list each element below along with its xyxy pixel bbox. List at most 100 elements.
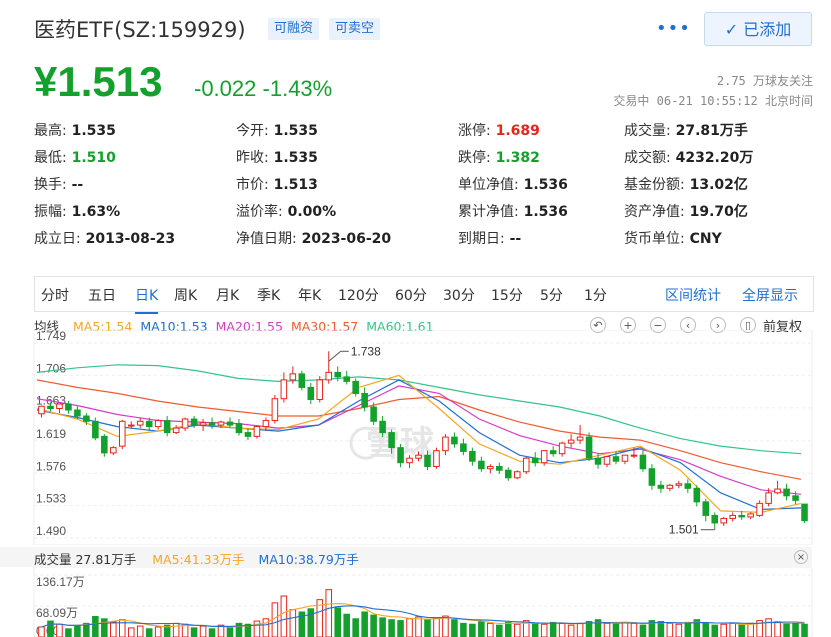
volume-bar [738,624,745,637]
volume-bar [397,620,404,637]
tab-period[interactable]: 5分 [540,285,563,305]
candle [442,434,449,456]
more-icon[interactable]: ••• [656,18,691,39]
tab-period[interactable]: 季K [257,285,280,305]
volume-bar [442,615,449,637]
current-price: ¥1.513 [34,58,163,105]
tab-period[interactable]: 五日 [88,285,116,305]
volume-bar [424,619,431,637]
added-watchlist-button[interactable]: ✓ 已添加 [704,12,812,46]
volume-bar [406,618,413,637]
tab-period[interactable]: 月K [216,285,239,305]
volume-bar [154,626,162,637]
quote-label: 净值日期: [236,231,297,247]
volume-bar [361,611,368,637]
candle [801,503,808,523]
volume-bar [549,621,557,637]
candlestick-chart[interactable]: 1.7491.7061.6631.6191.5761.5331.490雪球1.7… [0,330,831,545]
volume-bar [352,618,359,637]
candle [65,400,72,414]
close-volume-icon[interactable]: × [794,550,808,564]
quote-cell: 成立日: 2013-08-23 [34,228,175,248]
candle [702,498,710,522]
volume-bar [603,622,611,637]
quote-label: 跌停: [458,150,491,166]
quote-value: 1.536 [518,177,568,193]
candle [711,512,719,530]
volume-bar [765,618,772,637]
quote-cell: 单位净值: 1.536 [458,174,568,194]
tab-period[interactable]: 15分 [491,285,523,305]
volume-bar [289,609,297,637]
volume-bar [334,607,342,637]
candle [648,464,656,490]
candle [325,351,333,384]
quote-value: 2013-08-23 [80,231,176,247]
candle [38,405,45,418]
tab-period[interactable]: 日K [135,285,159,314]
quote-label: 资产净值: [624,204,685,220]
quote-value: 1.63% [66,204,121,220]
tab-period[interactable]: 1分 [584,285,607,305]
tab-period[interactable]: 年K [298,285,321,305]
quote-cell: 换手: -- [34,174,83,194]
margin-tag: 可融资 [268,18,320,40]
volume-bar [307,608,315,637]
interval-stats-link[interactable]: 区间统计 [665,285,721,305]
candle [693,485,701,507]
tab-period[interactable]: 30分 [443,285,475,305]
quote-label: 成立日: [34,231,81,247]
volume-bar [612,623,620,637]
volume-bar [388,619,395,637]
volume-bar [226,627,234,637]
quote-cell: 资产净值: 19.70亿 [624,201,748,221]
volume-ma10-label: MA10:38.79万手 [258,552,359,567]
followers-count: 2.75 万球友关注 [716,74,813,88]
volume-bar [379,617,386,637]
candle [397,443,404,468]
volume-bar [208,628,216,637]
volume-bar [101,618,108,637]
tab-period[interactable]: 分时 [41,285,69,305]
quote-cell: 净值日期: 2023-06-20 [236,228,391,248]
tab-period[interactable]: 60分 [395,285,427,305]
candle [487,464,494,474]
volume-bar [280,595,288,637]
quote-value: 1.536 [518,204,568,220]
volume-bar [675,623,683,637]
candle [522,456,530,475]
volume-bar [531,622,539,637]
y-tick-label: 1.619 [36,427,66,441]
candle [163,416,171,437]
high-annotation: 1.738 [351,344,381,358]
volume-legend: 成交量 27.81万手 MA5:41.33万手 MA10:38.79万手 [34,549,359,568]
candle [531,452,539,467]
quote-label: 昨收: [236,150,269,166]
quote-value: 0.00% [282,204,337,220]
tab-period[interactable]: 周K [174,285,197,305]
quote-value: 13.02亿 [684,177,748,193]
quote-cell: 昨收: 1.535 [236,147,318,167]
candle [253,425,261,439]
quote-cell: 成交额: 4232.20万 [624,147,753,167]
quote-value: 4232.20万 [670,150,754,166]
quote-label: 溢价率: [236,204,283,220]
tab-period[interactable]: 120分 [338,285,379,305]
fullscreen-link[interactable]: 全屏显示 [742,285,798,305]
volume-bar [639,624,647,637]
quote-value: 1.513 [268,177,318,193]
volume-bar [540,623,548,637]
candle [756,500,763,517]
check-icon: ✓ [724,20,739,39]
quote-value: -- [66,177,84,193]
change-percent: -1.43% [262,76,333,101]
volume-bar [478,621,485,637]
candle [684,479,692,493]
y-tick-label: 1.706 [36,361,66,375]
added-label: 已添加 [743,20,792,39]
candle [469,447,476,466]
volume-bar [433,617,440,637]
y-tick-label: 1.490 [36,524,66,538]
volume-bar [172,622,180,637]
volume-tick-label: 68.09万 [36,606,78,620]
